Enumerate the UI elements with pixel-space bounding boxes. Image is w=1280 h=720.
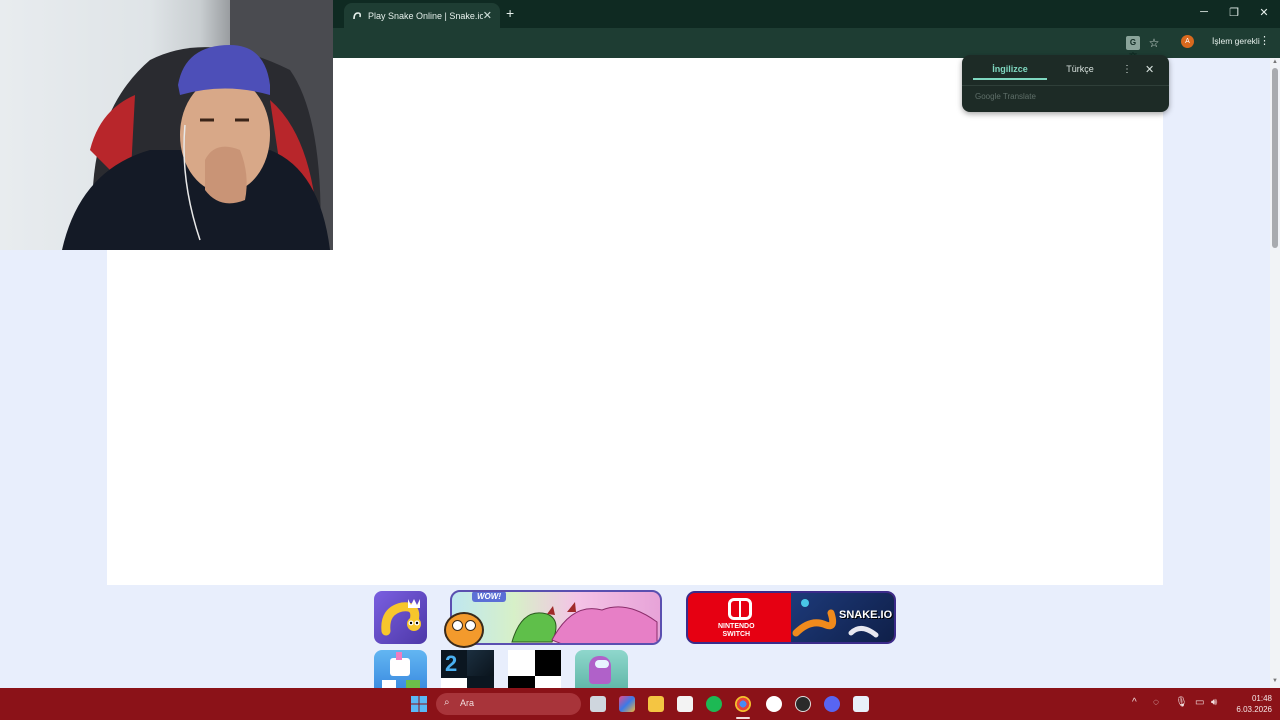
obs-icon[interactable] — [795, 696, 811, 712]
taskbar-search[interactable]: ⌕ Ara — [436, 693, 581, 715]
restore-button[interactable]: ❐ — [1224, 6, 1244, 19]
snakeio-text: SNAKE.IO — [839, 609, 893, 621]
clock-time: 01:48 — [1251, 694, 1272, 703]
chrome-icon[interactable] — [735, 696, 751, 712]
task-view-icon[interactable] — [590, 696, 606, 712]
browser-menu-icon[interactable]: ⋮ — [1259, 34, 1270, 47]
screen: ▲ ▼ WOW! NINTENDO SWITCH SNAKE.IO 2 Play… — [0, 0, 1280, 720]
volume-icon[interactable]: 🔊︎ — [1211, 697, 1217, 708]
tray-chevron-icon[interactable]: ^ — [1132, 697, 1137, 708]
game-tile-snakeio-icon[interactable] — [374, 591, 427, 644]
translate-icon[interactable]: G文 — [1126, 36, 1140, 61]
browser-tab[interactable]: Play Snake Online | Snake.io ✕ — [344, 3, 500, 28]
webcam-person-image — [62, 0, 333, 250]
tab-target-language[interactable]: Türkçe — [1043, 64, 1117, 80]
profile-avatar[interactable]: A — [1181, 35, 1194, 48]
game-tile-unicorn[interactable] — [374, 650, 427, 690]
minimize-button[interactable]: ─ — [1194, 6, 1214, 18]
game-tile-piano-2[interactable]: 2 — [441, 650, 494, 690]
store-icon[interactable] — [677, 696, 693, 712]
game-tile-crewmate[interactable] — [575, 650, 628, 690]
display-icon[interactable]: ▭ — [1195, 697, 1204, 708]
tab-source-language[interactable]: İngilizce — [973, 64, 1047, 80]
translate-more-icon[interactable]: ⋮ — [1122, 64, 1132, 75]
orange-mascot-icon — [444, 612, 484, 648]
divider — [962, 85, 1169, 86]
tab-title: Play Snake Online | Snake.io — [368, 10, 483, 21]
network-icon[interactable]: ◌ — [1153, 697, 1159, 708]
nintendo-switch-text: NINTENDO SWITCH — [718, 623, 755, 638]
game-tile-checker[interactable] — [508, 650, 561, 690]
search-icon: ⌕ — [444, 697, 450, 708]
translate-close-icon[interactable]: ✕ — [1145, 63, 1154, 76]
app-window-icon[interactable] — [853, 696, 869, 712]
discord-icon[interactable] — [824, 696, 840, 712]
game-tile-nintendo-switch[interactable]: NINTENDO SWITCH SNAKE.IO — [686, 591, 896, 644]
steam-icon[interactable] — [766, 696, 782, 712]
taskbar — [0, 688, 1280, 720]
new-tab-button[interactable]: + — [506, 5, 514, 21]
page-scrollbar[interactable]: ▲ ▼ — [1270, 58, 1280, 688]
file-explorer-icon[interactable] — [648, 696, 664, 712]
tab-close-icon[interactable]: ✕ — [483, 9, 492, 22]
nintendo-switch-logo: NINTENDO SWITCH — [688, 593, 791, 642]
close-window-button[interactable]: ✕ — [1254, 6, 1274, 19]
windows-start-icon[interactable] — [411, 696, 427, 712]
webcam-overlay — [0, 0, 333, 250]
widgets-icon[interactable] — [619, 696, 635, 712]
translate-popup: İngilizce Türkçe ⋮ ✕ Google Translate — [962, 55, 1169, 112]
scroll-thumb[interactable] — [1272, 68, 1278, 248]
powered-by-label: Google Translate — [975, 92, 1036, 101]
bookmark-star-icon[interactable]: ☆ — [1147, 36, 1161, 50]
wow-badge: WOW! — [472, 592, 506, 602]
snake-favicon-icon — [352, 11, 362, 21]
microphone-icon[interactable]: 🎙︎ — [1175, 697, 1188, 708]
clock-date: 6.03.2026 — [1236, 705, 1272, 714]
taskbar-clock[interactable]: 01:48 6.03.2026 — [1228, 693, 1272, 715]
unicorn-icon — [390, 658, 410, 676]
scroll-up-icon[interactable]: ▲ — [1271, 59, 1279, 67]
number-two-label: 2 — [445, 651, 458, 676]
snake-icon — [381, 599, 421, 636]
snakeio-banner: SNAKE.IO — [791, 593, 894, 642]
scroll-down-icon[interactable]: ▼ — [1271, 678, 1279, 686]
search-placeholder: Ara — [460, 698, 475, 708]
spotify-icon[interactable] — [706, 696, 722, 712]
